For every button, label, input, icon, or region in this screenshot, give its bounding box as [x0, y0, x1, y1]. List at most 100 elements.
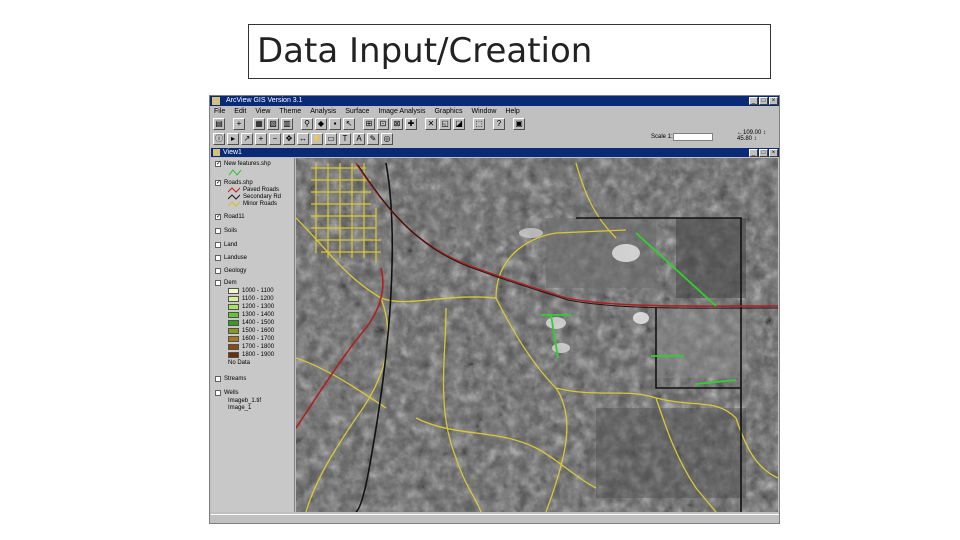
menu-view[interactable]: View: [255, 107, 270, 117]
open-table-icon[interactable]: ▥: [281, 118, 293, 130]
theme-roads[interactable]: ✓ Roads.shp: [215, 180, 253, 186]
vertex-edit-icon[interactable]: ↗: [241, 133, 253, 145]
dem-swatch: [228, 352, 239, 358]
maximize-button[interactable]: □: [759, 97, 768, 105]
zoom-active-icon[interactable]: ⊡: [377, 118, 389, 130]
text-icon[interactable]: A: [353, 133, 365, 145]
dem-swatch: [228, 328, 239, 334]
identify-icon[interactable]: ⓘ: [213, 133, 225, 145]
theme-dem[interactable]: Dem: [215, 280, 237, 286]
button-bar: ▤ + ▦ ▧ ▥ ⚲ ◆ ▪ ↖ ⊞ ⊡ ⊠ ✚ ✕ ◱ ◪ ⬚ ? ▣: [213, 118, 525, 131]
view-close-button[interactable]: ×: [769, 149, 778, 157]
draw-icon[interactable]: ✎: [367, 133, 379, 145]
wells-legend-2: Image_1: [228, 405, 251, 411]
save-icon[interactable]: ▤: [213, 118, 225, 130]
query-builder-icon[interactable]: ▪: [329, 118, 341, 130]
coord-y: 45.80 ↕: [737, 136, 757, 142]
close-button[interactable]: ×: [769, 97, 778, 105]
edit-legend-icon[interactable]: ▧: [267, 118, 279, 130]
view-status-bar: [211, 514, 779, 523]
legend-label: 1000 - 1100: [242, 288, 274, 294]
theme-checkbox[interactable]: ✓: [215, 214, 221, 220]
menu-file[interactable]: File: [214, 107, 225, 117]
theme-checkbox[interactable]: ✓: [215, 180, 221, 186]
dem-legend-5: 1400 - 1500: [228, 320, 274, 326]
dem-legend-3: 1200 - 1300: [228, 304, 274, 310]
menu-analysis[interactable]: Analysis: [310, 107, 336, 117]
field-block: [656, 308, 746, 378]
theme-soils[interactable]: Soils: [215, 228, 237, 234]
zoom-out-tool-icon[interactable]: −: [269, 133, 281, 145]
theme-checkbox[interactable]: ✓: [215, 161, 221, 167]
theme-checkbox[interactable]: [215, 390, 221, 396]
dem-legend-4: 1300 - 1400: [228, 312, 274, 318]
add-theme-icon[interactable]: +: [233, 118, 245, 130]
zoom-selected-icon[interactable]: ⊠: [391, 118, 403, 130]
theme-properties-icon[interactable]: ▦: [253, 118, 265, 130]
locate-icon[interactable]: ◆: [315, 118, 327, 130]
theme-checkbox[interactable]: [215, 242, 221, 248]
app-titlebar: ArcView GIS Version 3.1 _ □ ×: [210, 96, 779, 106]
measure-icon[interactable]: ↔: [297, 133, 309, 145]
map-display[interactable]: [296, 158, 778, 512]
theme-road11[interactable]: ✓ Road11: [215, 214, 245, 220]
pan-icon[interactable]: ✥: [283, 133, 295, 145]
theme-checkbox[interactable]: [215, 268, 221, 274]
find-icon[interactable]: ⚲: [301, 118, 313, 130]
zoom-in-icon[interactable]: ✚: [405, 118, 417, 130]
legend-label: 1600 - 1700: [242, 336, 275, 342]
zoom-out-icon[interactable]: ✕: [425, 118, 437, 130]
theme-checkbox[interactable]: [215, 228, 221, 234]
menu-graphics[interactable]: Graphics: [434, 107, 462, 117]
clear-selection-icon[interactable]: ⬚: [473, 118, 485, 130]
area-of-interest-icon[interactable]: ▭: [325, 133, 337, 145]
theme-checkbox[interactable]: [215, 280, 221, 286]
theme-wells[interactable]: Wells: [215, 390, 239, 396]
minimize-button[interactable]: _: [749, 97, 758, 105]
pointer-icon[interactable]: ▸: [227, 133, 239, 145]
layout-icon[interactable]: ▣: [513, 118, 525, 130]
label-icon[interactable]: T: [339, 133, 351, 145]
theme-checkbox[interactable]: [215, 376, 221, 382]
menu-image-analysis[interactable]: Image Analysis: [378, 107, 425, 117]
theme-label: Roads.shp: [224, 180, 253, 186]
theme-label: Streams: [224, 376, 247, 382]
view-maximize-button[interactable]: □: [759, 149, 768, 157]
view-minimize-button[interactable]: _: [749, 149, 758, 157]
zoom-full-icon[interactable]: ⊞: [363, 118, 375, 130]
help-icon[interactable]: ?: [493, 118, 505, 130]
menu-window[interactable]: Window: [472, 107, 497, 117]
legend-label: 1400 - 1500: [242, 320, 275, 326]
legend-label: Imageb_1.tif: [228, 398, 262, 404]
theme-label: Soils: [224, 228, 238, 234]
zoom-previous-icon[interactable]: ◱: [439, 118, 451, 130]
dem-legend-1: 1000 - 1100: [228, 288, 274, 294]
field-block: [676, 218, 746, 298]
hotlink-icon[interactable]: ⚡: [311, 133, 323, 145]
theme-land[interactable]: Land: [215, 242, 237, 248]
dem-legend-nodata: No Data: [228, 360, 250, 366]
theme-new-features[interactable]: ✓ New features.shp: [215, 161, 271, 167]
bright-patch: [633, 312, 649, 324]
map-query-icon[interactable]: ↖: [343, 118, 355, 130]
bright-patch: [519, 228, 543, 238]
menu-edit[interactable]: Edit: [234, 107, 246, 117]
theme-checkbox[interactable]: [215, 255, 221, 261]
legend-label: 1200 - 1300: [242, 304, 275, 310]
legend-label: 1700 - 1800: [242, 344, 275, 350]
menu-theme[interactable]: Theme: [279, 107, 301, 117]
field-block: [596, 408, 746, 498]
select-features-icon[interactable]: ◪: [453, 118, 465, 130]
scale-input[interactable]: [673, 133, 713, 141]
theme-label: Land: [224, 242, 238, 248]
legend-item-secondary: Secondary Rd: [228, 194, 281, 200]
menu-help[interactable]: Help: [505, 107, 519, 117]
snap-icon[interactable]: ◎: [381, 133, 393, 145]
theme-streams[interactable]: Streams: [215, 376, 246, 382]
dem-legend-2: 1100 - 1200: [228, 296, 274, 302]
menu-surface[interactable]: Surface: [345, 107, 369, 117]
theme-geology[interactable]: Geology: [215, 268, 246, 274]
theme-landuse[interactable]: Landuse: [215, 255, 247, 261]
slide-title-box: Data Input/Creation: [248, 24, 771, 79]
zoom-in-tool-icon[interactable]: +: [255, 133, 267, 145]
